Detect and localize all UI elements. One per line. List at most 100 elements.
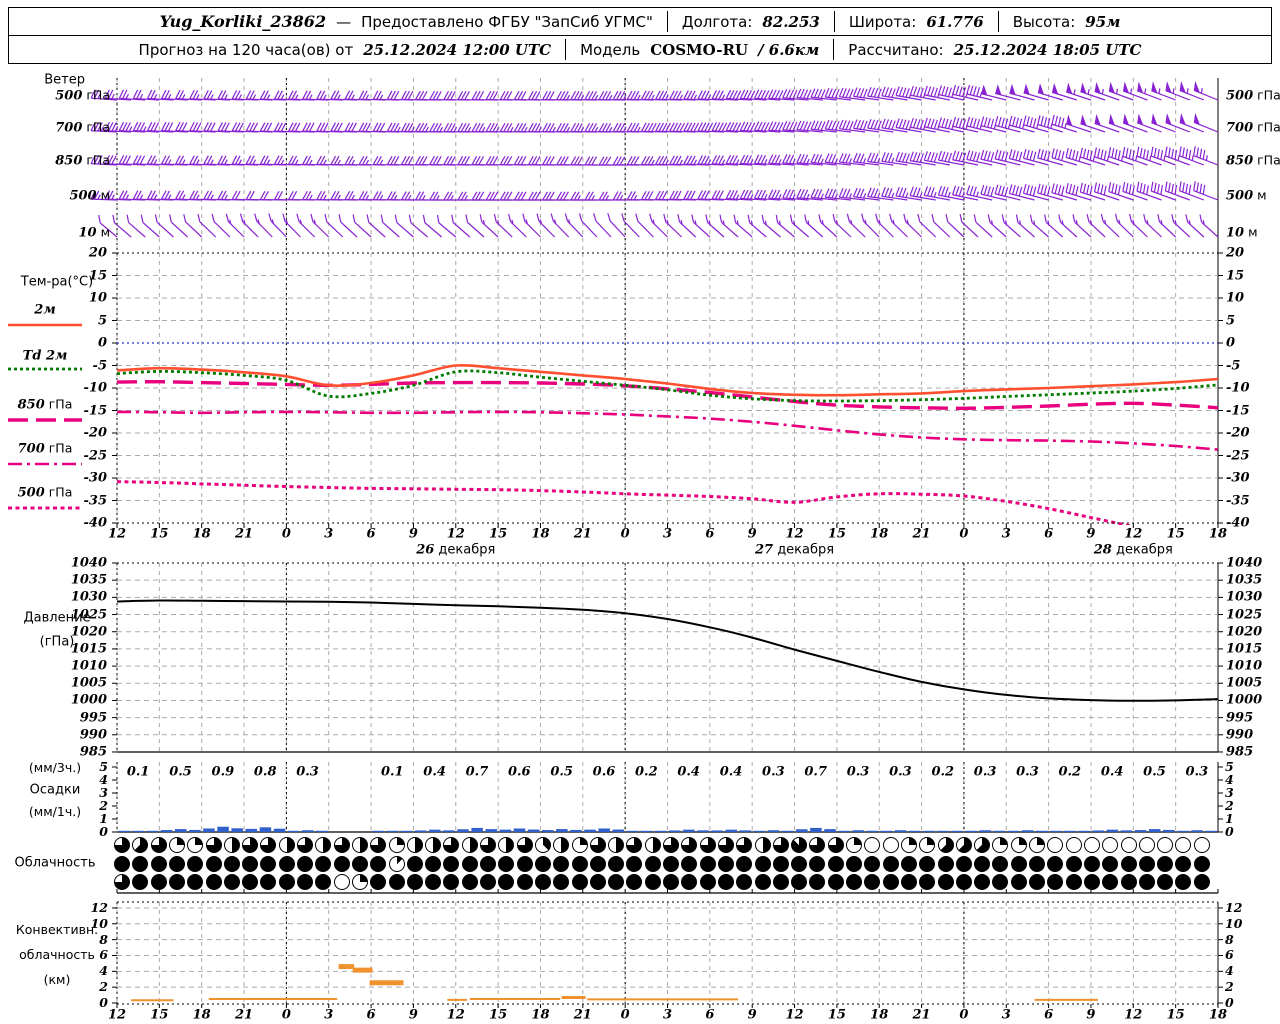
hour-tick-label-bottom: 6 [1044,1007,1054,1023]
precip-3h-value: 0.1 [126,764,150,780]
cloud-cover-symbol [1157,856,1174,872]
cloud-cover-symbol [644,837,661,853]
wind-level-label-right: 700 гПа [1226,119,1280,136]
cloud-cover-symbol [1010,874,1027,890]
temp-y-tick-label: -35 [83,493,108,508]
cloud-cover-symbol [974,837,991,853]
cloud-cover-symbol [516,837,533,853]
precip-3h-value: 0.5 [550,764,573,780]
cloud-cover-symbol [406,837,423,853]
cloud-cover-symbol [1138,837,1155,853]
cloud-cover-symbol [900,856,917,872]
precip-3h-value: 0.2 [931,764,955,780]
cloud-cover-symbol [827,874,844,890]
legend-item-label: Td 2м [22,348,68,364]
precip-3h-value: 0.7 [465,764,489,780]
hour-tick-label: 18 [192,526,211,542]
temp-y-tick-label: -40 [83,515,108,531]
cloud-cover-symbol [242,837,259,853]
cloud-cover-symbol [882,856,899,872]
pressure-y-tick-label: 990 [1226,727,1254,743]
precip-1h-units-label: (мм/1ч.) [28,803,82,819]
cloud-cover-symbol [882,837,899,853]
cloud-cover-symbol [699,837,716,853]
cloud-cover-symbol [644,874,661,890]
convective-panel-title: Конвективн. [15,921,99,937]
cloud-cover-symbol [663,856,679,872]
convective-y-tick-label: 0 [99,994,108,1010]
hour-tick-label-bottom: 6 [705,1007,715,1023]
temp-y-tick-label: -20 [1226,425,1250,441]
pressure-y-tick-label: 1040 [70,555,107,571]
temp-y-tick-label: 20 [1226,245,1245,261]
hour-tick-label-bottom: 15 [150,1007,169,1023]
pressure-y-tick-label: 985 [1226,744,1254,760]
temp-y-tick-label: -10 [1226,380,1250,396]
cloud-cover-symbol [955,874,972,890]
cloud-cover-symbol [480,856,496,872]
hour-tick-label: 18 [531,526,550,542]
hour-tick-label-bottom: 12 [785,1007,804,1023]
cloud-cover-symbol [534,856,551,872]
precipitation-panel [112,766,1223,833]
cloud-cover-symbol [242,874,259,890]
wind-level-label-right: 500 м [1226,187,1267,204]
cloud-cover-symbol [882,874,899,890]
cloudiness-panel-title: Облачность [14,855,96,871]
cloud-cover-symbol [333,874,350,890]
cloud-cover-symbol [1029,874,1045,890]
pressure-y-tick-label: 1025 [1226,607,1263,623]
temp-y-tick-label: -20 [83,425,108,441]
cloud-cover-symbol [827,837,844,853]
temp-y-tick-label: -10 [83,380,108,396]
wind-level-label-left: 10 м [78,224,111,241]
cloud-cover-symbol [1193,874,1210,890]
cloud-cover-symbol [114,856,130,872]
convective-y-tick-label: 2 [1225,978,1234,994]
pressure-y-tick-label: 1020 [70,624,107,640]
cloud-cover-symbol [425,856,442,872]
cloud-cover-symbol [297,837,313,853]
cloud-cover-symbol [351,837,368,853]
cloud-cover-symbol [663,874,679,890]
cloud-cover-symbol [1065,874,1082,890]
hour-tick-label: 12 [446,526,465,542]
cloud-cover-symbol [1065,856,1082,872]
cloud-cover-symbol [717,856,734,872]
pressure-y-tick-label: 1000 [70,692,107,708]
cloud-cover-symbol [717,874,734,890]
cloud-cover-symbol [223,874,240,890]
cloud-cover-symbol [937,837,954,853]
cloud-cover-symbol [223,837,240,853]
precipitation-panel-title: Осадки [29,782,81,798]
cloud-cover-symbol [205,874,222,890]
hour-tick-label: 9 [747,526,757,542]
cloud-cover-symbol [534,837,551,853]
hour-tick-label: 15 [1166,526,1185,542]
hour-tick-label: 6 [366,526,376,542]
cloud-cover-symbol [663,837,679,853]
cloud-cover-symbol [1193,856,1210,872]
hour-tick-label-bottom: 12 [107,1007,127,1023]
precip-3h-value: 0.4 [1100,764,1124,780]
pressure-y-tick-label: 1015 [1226,641,1263,657]
convective-panel-title: облачность [19,946,95,962]
legend-item-label: 2м [34,302,56,318]
hour-tick-label: 12 [785,526,804,542]
convective-y-tick-label: 10 [1225,915,1243,931]
hour-tick-label-bottom: 15 [489,1007,508,1023]
cloud-cover-symbol [351,856,368,872]
precip-3h-value: 0.5 [1143,764,1166,780]
cloud-cover-symbol [333,837,350,853]
hour-tick-label-bottom: 0 [620,1007,630,1023]
hour-tick-label: 18 [1208,526,1228,542]
cloud-cover-symbol [699,874,716,890]
wind-level-label-right: 10 м [1226,224,1258,241]
precip-3h-value: 0.6 [592,764,616,780]
cloud-cover-symbol [1010,856,1027,872]
precip-3h-value: 0.2 [635,764,658,780]
cloud-cover-symbol [571,837,588,853]
precip-3h-value: 0.1 [380,764,404,780]
cloud-cover-symbol [571,874,588,890]
cloud-cover-symbol [461,874,478,890]
